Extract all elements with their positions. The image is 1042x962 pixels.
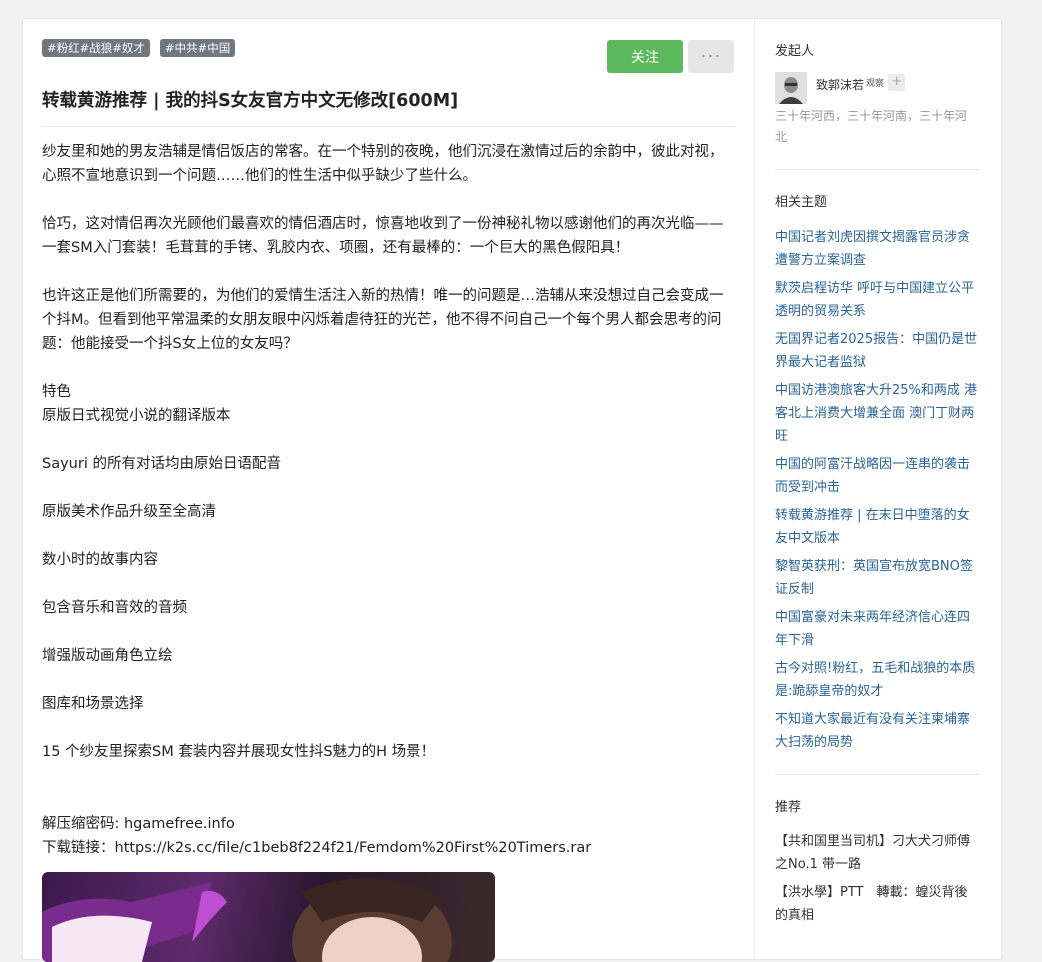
post-title: 转载黄游推荐 | 我的抖S女友官方中文无修改[600M]	[42, 91, 459, 111]
related-topic-link[interactable]: 中国的阿富汗战略因一连串的袭击而受到冲击	[775, 453, 979, 499]
feature-item: 图库和场景选择	[42, 696, 144, 712]
sidebar-divider	[775, 774, 979, 775]
title-divider	[42, 126, 735, 127]
recommend-list: 【共和国里当司机】刁大犬刁师傅之No.1 带一路 【洪水學】PTT 轉載：蝗災背…	[775, 830, 979, 932]
recommend-link[interactable]: 【洪水學】PTT 轉載：蝗災背後的真相	[775, 881, 979, 927]
feature-item: 包含音乐和音效的音频	[42, 600, 187, 616]
related-topic-link[interactable]: 转载黄游推荐 | 在末日中堕落的女友中文版本	[775, 504, 979, 550]
cover-image	[42, 872, 495, 962]
more-button[interactable]: ···	[688, 40, 734, 73]
topic-tag[interactable]: #中共#中国	[159, 39, 236, 57]
feature-item: 增强版动画角色立绘	[42, 648, 173, 664]
user-name[interactable]: 致郭沫若 观察	[816, 76, 884, 93]
starter-user: 致郭沫若 观察 +	[775, 72, 906, 104]
download-link[interactable]: 下载链接：https://k2s.cc/file/c1beb8f224f21/F…	[42, 836, 735, 860]
tag-list: #粉红#战狼#奴才 #中共#中国	[42, 39, 236, 57]
follow-button[interactable]: 关注	[607, 40, 683, 73]
more-dots-icon: ···	[700, 44, 722, 65]
related-topic-link[interactable]: 古今对照!粉红，五毛和战狼的本质是:跪舔皇帝的奴才	[775, 657, 979, 703]
post-paragraph: 恰巧，这对情侣再次光顾他们最喜欢的情侣酒店时，惊喜地收到了一份神秘礼物以感谢他们…	[42, 216, 724, 256]
archive-password: 解压缩密码: hgamefree.info	[42, 816, 235, 832]
feature-item: 15 个纱友里探索SM 套装内容并展现女性抖S魅力的H 场景！	[42, 744, 436, 760]
related-topic-link[interactable]: 默茨启程访华 呼吁与中国建立公平透明的贸易关系	[775, 277, 979, 323]
related-topic-link[interactable]: 中国记者刘虎因撰文揭露官员涉贪遭警方立案调查	[775, 226, 979, 272]
user-bio: 三十年河西，三十年河南，三十年河北	[775, 109, 968, 144]
post-paragraph: 纱友里和她的男友浩辅是情侣饭店的常客。在一个特别的夜晚，他们沉浸在激情过后的余韵…	[42, 144, 724, 184]
feature-item: 数小时的故事内容	[42, 552, 158, 568]
sidebar-divider	[775, 169, 979, 170]
starter-heading: 发起人	[775, 44, 815, 59]
related-topic-link[interactable]: 不知道大家最近有没有关注柬埔寨大扫荡的局势	[775, 708, 979, 754]
related-topic-link[interactable]: 黎智英获刑：英国宣布放宽BNO签证反制	[775, 555, 979, 601]
recommend-heading: 推荐	[775, 800, 802, 815]
user-badge: 观察	[866, 79, 885, 89]
feature-item: Sayuri 的所有对话均由原始日语配音	[42, 456, 281, 472]
related-topics-list: 中国记者刘虎因撰文揭露官员涉贪遭警方立案调查 默茨启程访华 呼吁与中国建立公平透…	[775, 226, 979, 759]
recommend-link[interactable]: 【共和国里当司机】刁大犬刁师傅之No.1 带一路	[775, 830, 979, 876]
feature-item: 原版美术作品升级至全高清	[42, 504, 216, 520]
post-body: 纱友里和她的男友浩辅是情侣饭店的常客。在一个特别的夜晚，他们沉浸在激情过后的余韵…	[42, 140, 735, 860]
cover-art	[42, 878, 452, 962]
related-heading: 相关主题	[775, 195, 828, 210]
related-topic-link[interactable]: 中国访港澳旅客大升25%和两成 港客北上消费大增兼全面 澳门丁财两旺	[775, 379, 979, 448]
avatar[interactable]	[775, 72, 807, 104]
post-paragraph: 也许这正是他们所需要的，为他们的爱情生活注入新的热情！唯一的问题是…浩辅从来没想…	[42, 288, 724, 352]
topic-tag[interactable]: #粉红#战狼#奴才	[42, 39, 150, 57]
related-topic-link[interactable]: 中国富豪对未来两年经济信心连四年下滑	[775, 606, 979, 652]
avatar-portrait-icon	[775, 72, 807, 104]
features-heading: 特色	[42, 384, 71, 400]
feature-item: 原版日式视觉小说的翻译版本	[42, 408, 231, 424]
content-card: #粉红#战狼#奴才 #中共#中国 关注 ··· 转载黄游推荐 | 我的抖S女友官…	[22, 18, 1002, 962]
follow-user-button[interactable]: +	[888, 74, 906, 91]
column-divider	[754, 19, 755, 959]
related-topic-link[interactable]: 无国界记者2025报告：中国仍是世界最大记者监狱	[775, 328, 979, 374]
